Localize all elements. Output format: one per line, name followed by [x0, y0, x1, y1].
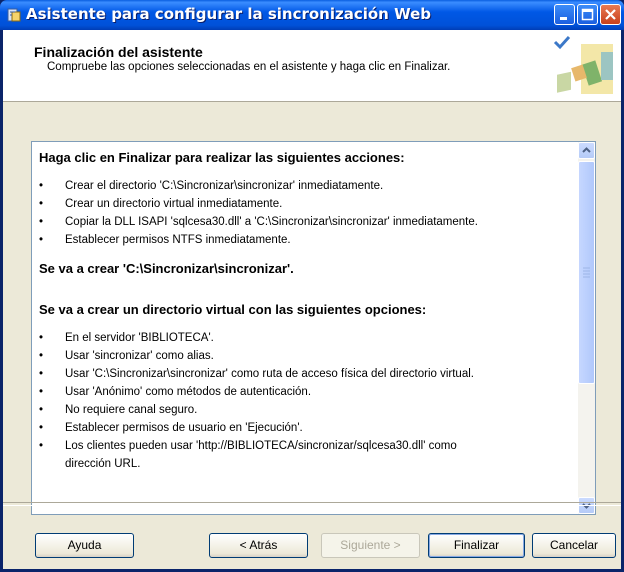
list-item: En el servidor 'BIBLIOTECA'. — [39, 329, 575, 347]
summary-textbox[interactable]: Haga clic en Finalizar para realizar las… — [31, 141, 596, 515]
summary-heading: Haga clic en Finalizar para realizar las… — [39, 150, 405, 165]
scroll-thumb[interactable] — [578, 161, 595, 384]
summary-heading: Se va a crear un directorio virtual con … — [39, 302, 427, 317]
list-item: Crear un directorio virtual inmediatamen… — [39, 195, 575, 213]
minimize-icon — [560, 17, 567, 20]
page-subtitle: Compruebe las opciones seleccionadas en … — [47, 61, 451, 73]
maximize-icon — [581, 8, 594, 21]
scroll-up-button[interactable] — [578, 142, 595, 159]
list-item: Crear el directorio 'C:\Sincronizar\sinc… — [39, 177, 575, 195]
wizard-graphic-icon — [553, 36, 613, 94]
summary-content: Haga clic en Finalizar para realizar las… — [39, 148, 575, 473]
list-item-continuation: dirección URL. — [65, 458, 141, 470]
window-title: Asistente para configurar la sincronizac… — [26, 5, 432, 23]
finish-button[interactable]: Finalizar — [428, 533, 525, 558]
next-button[interactable]: Siguiente > — [321, 533, 420, 558]
list-item: Usar 'sincronizar' como alias. — [39, 347, 575, 365]
summary-heading: Se va a crear 'C:\Sincronizar\sincroniza… — [39, 261, 294, 276]
close-button[interactable] — [600, 4, 621, 25]
wizard-header: Finalización del asistente Compruebe las… — [3, 30, 621, 102]
list-item: Establecer permisos de usuario en 'Ejecu… — [39, 419, 575, 437]
footer-divider — [3, 502, 621, 506]
list-item: Usar 'Anónimo' como métodos de autentica… — [39, 383, 575, 401]
back-button[interactable]: < Atrás — [209, 533, 308, 558]
cancel-button[interactable]: Cancelar — [532, 533, 616, 558]
list-item: No requiere canal seguro. — [39, 401, 575, 419]
page-title: Finalización del asistente — [34, 44, 203, 60]
list-item: Establecer permisos NTFS inmediatamente. — [39, 231, 575, 249]
maximize-button[interactable] — [577, 4, 598, 25]
vertical-scrollbar[interactable] — [578, 142, 595, 514]
wizard-client: Finalización del asistente Compruebe las… — [3, 30, 621, 569]
minimize-button[interactable] — [554, 4, 575, 25]
list-item: Copiar la DLL ISAPI 'sqlcesa30.dll' a 'C… — [39, 213, 575, 231]
chevron-up-icon — [582, 147, 591, 153]
title-bar[interactable]: Asistente para configurar la sincronizac… — [0, 0, 624, 30]
help-button[interactable]: Ayuda — [35, 533, 134, 558]
list-item: Usar 'C:\Sincronizar\sincronizar' como r… — [39, 365, 575, 383]
list-item: Los clientes pueden usar 'http://BIBLIOT… — [39, 437, 575, 455]
app-icon — [7, 8, 21, 22]
wizard-window: Asistente para configurar la sincronizac… — [0, 0, 624, 572]
close-icon — [605, 9, 616, 20]
grip-icon — [583, 267, 590, 278]
